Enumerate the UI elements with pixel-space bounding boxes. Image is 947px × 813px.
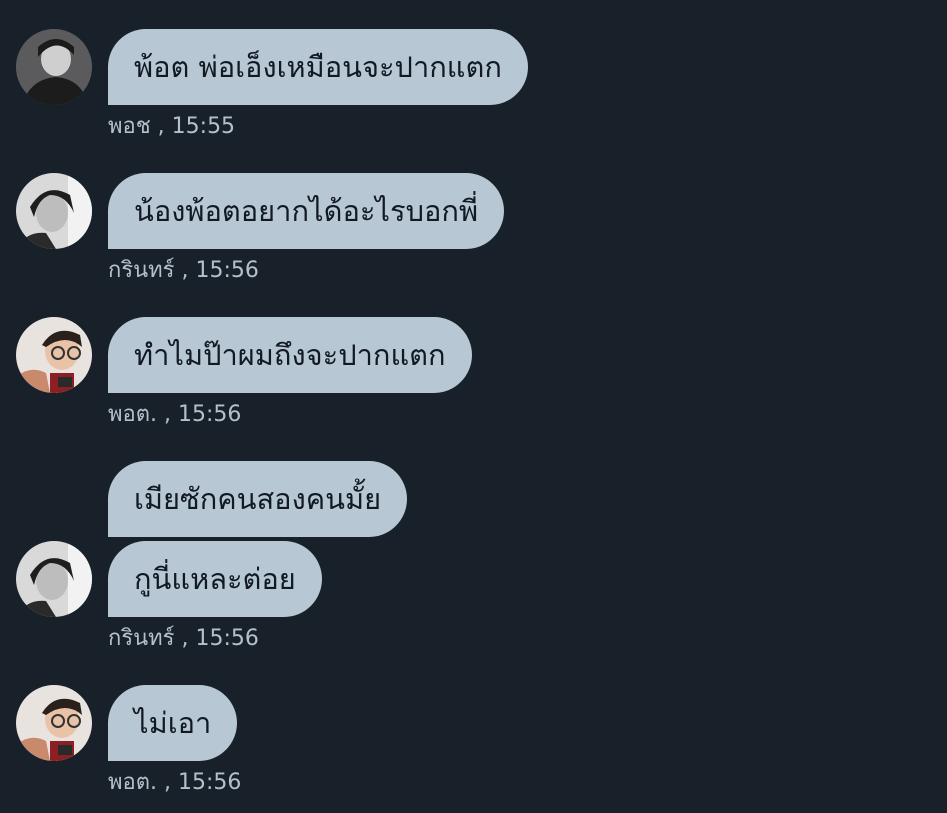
message-meta: พอต. , 15:56: [108, 400, 241, 430]
message-bubble[interactable]: เมียซักคนสองคนมั้ย: [108, 461, 408, 537]
sender-name: พอต.: [108, 402, 157, 427]
message-time: 15:56: [195, 626, 259, 651]
message-time: 15:56: [195, 258, 259, 283]
message-bubble[interactable]: ทำไมป๊าผมถึงจะปากแตก: [108, 317, 472, 393]
meta-separator: ,: [181, 626, 189, 651]
avatar-photo[interactable]: [16, 317, 92, 393]
sender-name: กรินทร์: [108, 258, 175, 283]
message-bubble[interactable]: ไม่เอา: [108, 685, 238, 761]
meta-separator: ,: [164, 770, 171, 795]
avatar-image: [16, 317, 92, 393]
avatar-photo[interactable]: [16, 541, 92, 617]
sender-name: พอต.: [108, 770, 157, 795]
message-bubble[interactable]: น้องพ้อตอยากได้อะไรบอกพี่: [108, 173, 505, 249]
message-meta: พอช , 15:55: [108, 112, 235, 142]
message-time: 15:55: [171, 114, 236, 139]
message-meta: พอต. , 15:56: [108, 768, 241, 798]
message-meta: กรินทร์ , 15:56: [108, 624, 259, 654]
meta-separator: ,: [181, 258, 189, 283]
avatar-photo[interactable]: [16, 29, 92, 105]
message-meta: กรินทร์ , 15:56: [108, 256, 259, 286]
message-time: 15:56: [178, 770, 242, 795]
avatar-image: [16, 685, 92, 761]
message-bubble[interactable]: พ้อต พ่อเอ็งเหมือนจะปากแตก: [108, 29, 528, 105]
message-time: 15:56: [178, 402, 242, 427]
avatar-photo[interactable]: [16, 173, 92, 249]
meta-separator: ,: [164, 402, 171, 427]
sender-name: กรินทร์: [108, 626, 175, 651]
sender-name: พอช: [108, 114, 151, 139]
avatar-image: [16, 541, 92, 617]
avatar-photo[interactable]: [16, 685, 92, 761]
avatar-image: [16, 29, 92, 105]
avatar-image: [16, 173, 92, 249]
message-bubble[interactable]: กูนี่แหละต่อย: [108, 541, 322, 617]
meta-separator: ,: [157, 114, 165, 139]
